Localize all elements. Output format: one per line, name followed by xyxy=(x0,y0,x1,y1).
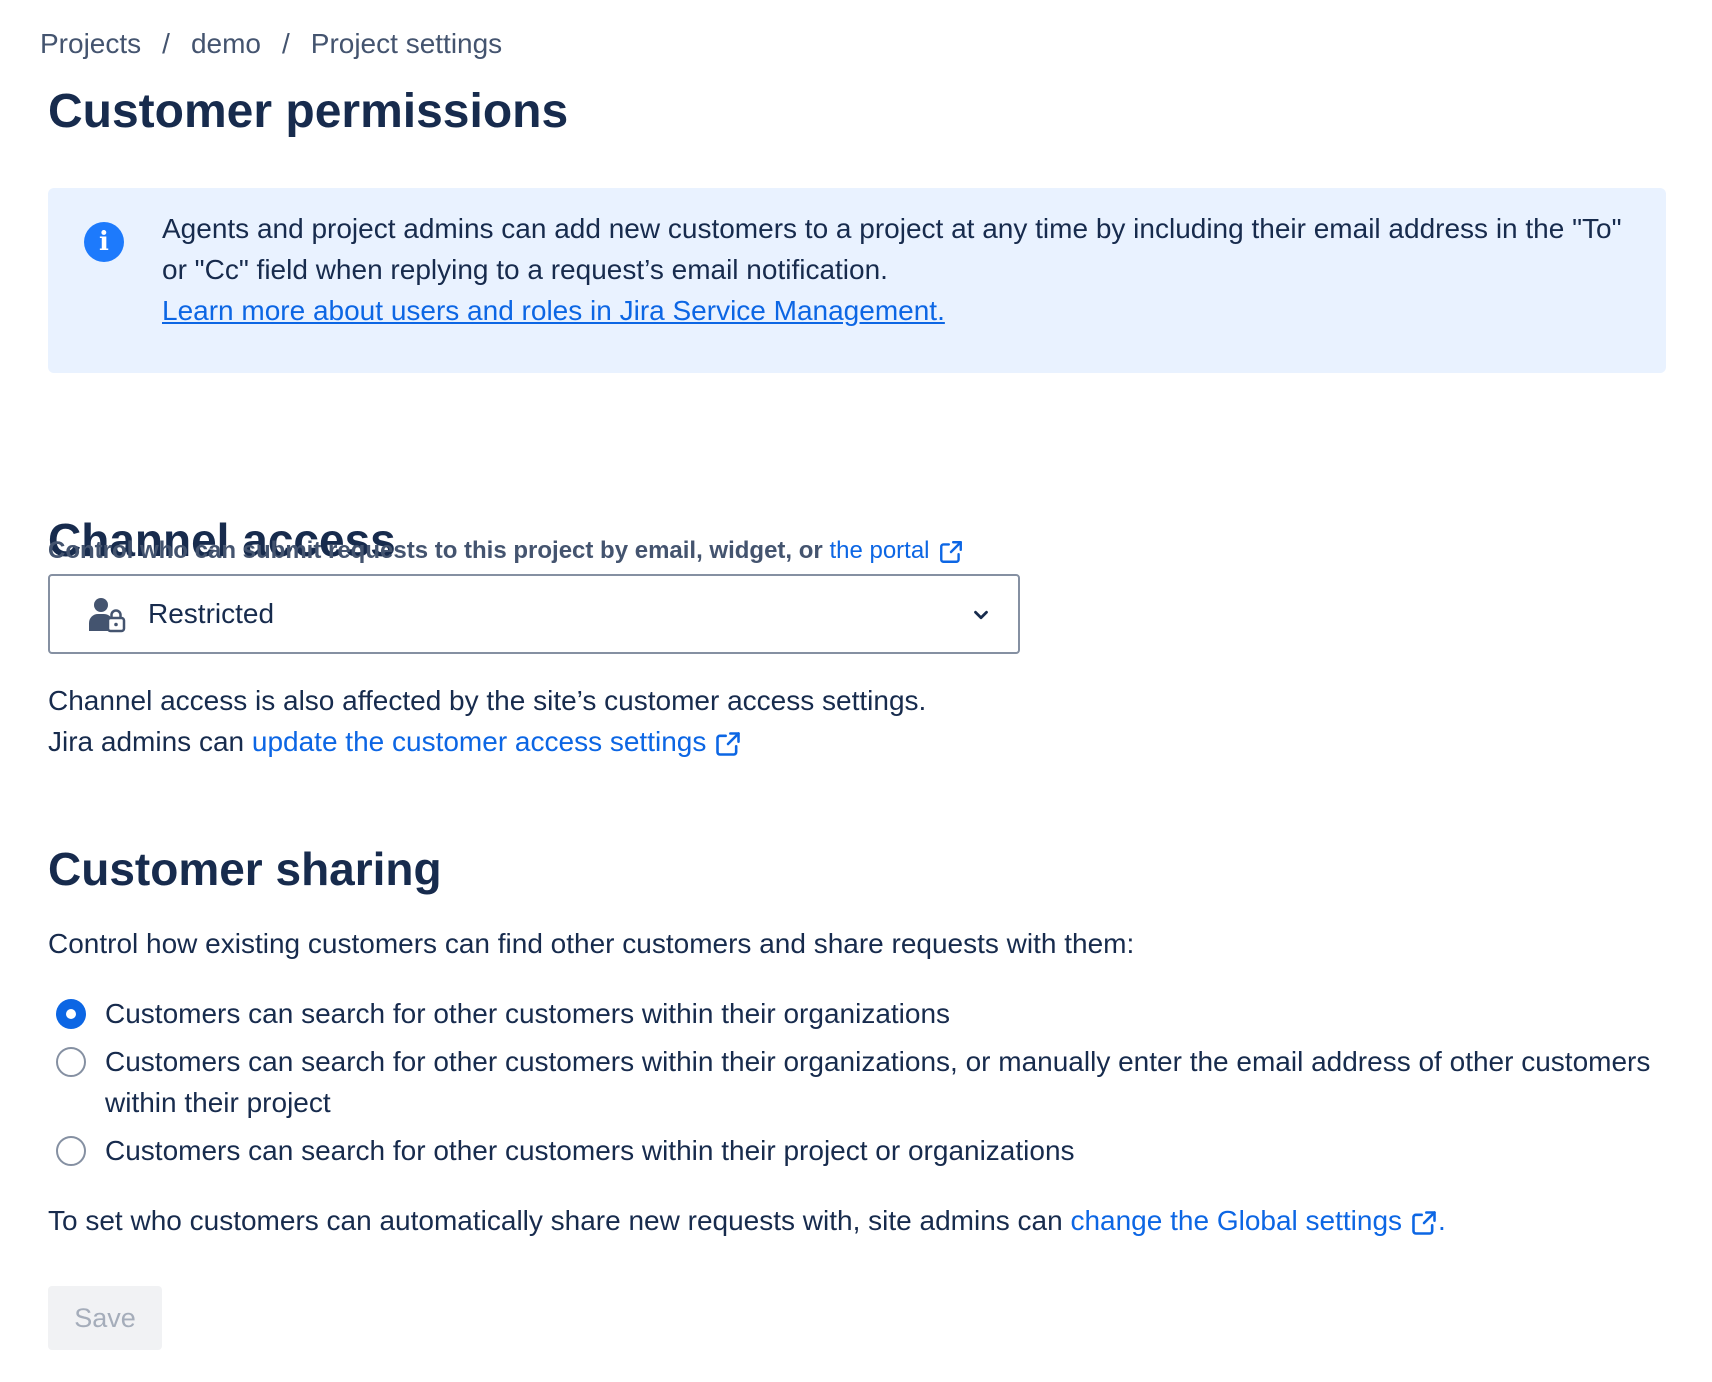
page-title: Customer permissions xyxy=(48,85,569,138)
change-global-settings-link[interactable]: change the Global settings. xyxy=(1070,1205,1445,1236)
customer-sharing-radio-group: Customers can search for other customers… xyxy=(56,993,1656,1171)
sharing-option-project-or-organizations[interactable]: Customers can search for other customers… xyxy=(56,1130,1656,1171)
breadcrumb: Projects / demo / Project settings xyxy=(40,24,502,64)
channel-access-label: Control who can submit requests to this … xyxy=(48,534,964,568)
channel-access-help-prefix: Jira admins can xyxy=(48,726,245,757)
breadcrumb-separator: / xyxy=(162,28,170,59)
radio-checked[interactable] xyxy=(56,999,86,1029)
info-banner: i Agents and project admins can add new … xyxy=(48,188,1666,373)
channel-access-help-line2: Jira admins can update the customer acce… xyxy=(48,721,926,762)
global-settings-text: To set who customers can automatically s… xyxy=(48,1200,1446,1241)
breadcrumb-demo[interactable]: demo xyxy=(191,28,261,60)
external-link-icon xyxy=(939,540,962,563)
chevron-down-icon xyxy=(974,610,988,620)
info-icon: i xyxy=(84,222,124,262)
channel-access-help: Channel access is also affected by the s… xyxy=(48,680,926,762)
sharing-option-label: Customers can search for other customers… xyxy=(105,1046,1651,1118)
breadcrumb-separator: / xyxy=(281,28,290,59)
breadcrumb-projects[interactable]: Projects xyxy=(40,28,141,60)
customer-permissions-page: Projects / demo / Project settings Custo… xyxy=(0,0,1712,1382)
portal-link[interactable]: the portal xyxy=(829,537,963,564)
sharing-option-label: Customers can search for other customers… xyxy=(105,998,951,1029)
sharing-option-organizations[interactable]: Customers can search for other customers… xyxy=(56,993,1656,1034)
radio-unchecked[interactable] xyxy=(56,1047,86,1077)
channel-access-help-line1: Channel access is also affected by the s… xyxy=(48,685,927,716)
learn-more-link[interactable]: Learn more about users and roles in Jira… xyxy=(162,295,945,326)
customer-sharing-intro: Control how existing customers can find … xyxy=(48,928,1135,959)
change-global-settings-link-text: change the Global settings xyxy=(1070,1205,1403,1236)
external-link-icon xyxy=(716,731,741,756)
user-lock-icon xyxy=(89,598,126,633)
breadcrumb-project-settings[interactable]: Project settings xyxy=(311,28,502,60)
update-customer-access-link-text: update the customer access settings xyxy=(251,726,707,757)
channel-access-select-value: Restricted xyxy=(148,598,275,629)
sharing-option-label: Customers can search for other customers… xyxy=(105,1135,1075,1166)
portal-link-text: the portal xyxy=(829,537,930,564)
save-button[interactable]: Save xyxy=(48,1286,162,1350)
update-customer-access-link[interactable]: update the customer access settings xyxy=(252,726,742,757)
info-banner-text: Agents and project admins can add new cu… xyxy=(162,213,1622,285)
radio-unchecked[interactable] xyxy=(56,1136,86,1166)
channel-access-select[interactable]: Restricted xyxy=(48,574,1020,654)
sharing-option-organizations-or-email[interactable]: Customers can search for other customers… xyxy=(56,1041,1656,1123)
channel-access-label-text: Control who can submit requests to this … xyxy=(48,537,823,564)
global-settings-suffix: . xyxy=(1438,1205,1446,1236)
info-banner-content: Agents and project admins can add new cu… xyxy=(162,208,1622,331)
external-link-icon xyxy=(1412,1210,1436,1235)
global-settings-prefix: To set who customers can automatically s… xyxy=(48,1205,1063,1236)
customer-sharing-title: Customer sharing xyxy=(48,843,442,895)
